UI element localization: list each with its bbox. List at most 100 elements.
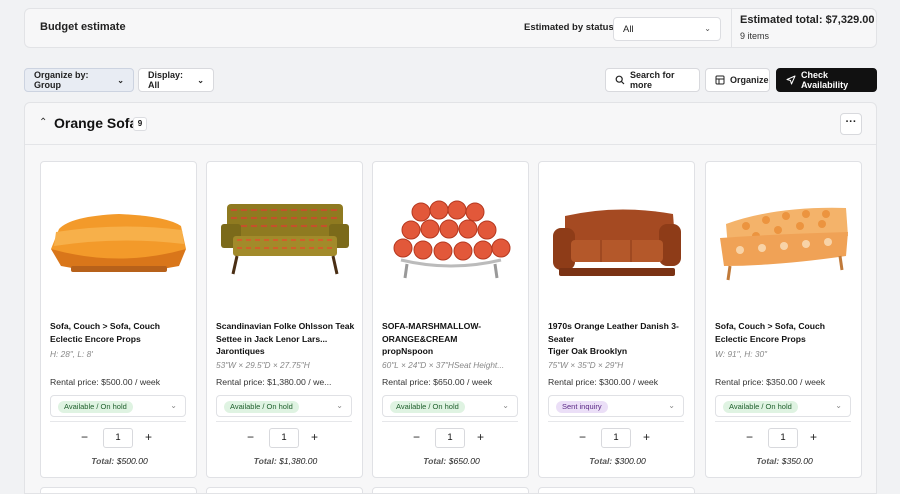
organize-by-button[interactable]: Organize by: Group ⌄ <box>24 68 134 92</box>
quantity-input[interactable]: 1 <box>601 428 631 448</box>
rental-price: Rental price: $300.00 / week <box>548 377 659 387</box>
status-select[interactable]: Available / On hold ⌄ <box>216 395 352 417</box>
vendor-name[interactable]: propNspoon <box>382 346 433 356</box>
product-title: Sofa, Couch > Sofa, Couch <box>715 321 826 331</box>
quantity-input[interactable]: 1 <box>103 428 133 448</box>
product-dimensions: H: 28", L: 8' <box>50 349 93 359</box>
vendor-name[interactable]: Tiger Oak Brooklyn <box>548 346 627 356</box>
display-label: Display: All <box>148 70 184 90</box>
check-availability-label: Check Availability <box>801 70 849 90</box>
increase-quantity-button[interactable]: + <box>477 430 484 444</box>
total-label: Total: <box>589 456 613 466</box>
product-card[interactable] <box>40 487 197 493</box>
quantity-input[interactable]: 1 <box>768 428 798 448</box>
product-image <box>549 174 685 312</box>
product-image <box>716 174 852 312</box>
decrease-quantity-button[interactable]: − <box>413 430 420 444</box>
status-badge: Available / On hold <box>224 401 299 413</box>
status-badge: Available / On hold <box>390 401 465 413</box>
status-filter-value: All <box>623 24 634 35</box>
product-card[interactable] <box>538 487 695 493</box>
decrease-quantity-button[interactable]: − <box>746 430 753 444</box>
budget-bar: Budget estimate Estimated by status: All… <box>24 8 877 48</box>
increase-quantity-button[interactable]: + <box>311 430 318 444</box>
total-value: $650.00 <box>448 456 480 466</box>
search-for-more-label: Search for more <box>630 70 675 90</box>
status-badge: Sent inquiry <box>556 401 608 413</box>
status-select[interactable]: Available / On hold ⌄ <box>715 395 851 417</box>
chevron-down-icon: ⌄ <box>336 401 343 410</box>
status-badge: Available / On hold <box>723 401 798 413</box>
total-value: $1,380.00 <box>279 456 318 466</box>
quantity-input[interactable]: 1 <box>269 428 299 448</box>
status-filter-select[interactable]: All ⌄ <box>613 17 721 41</box>
product-dimensions: W: 91", H: 30" <box>715 349 768 359</box>
product-card[interactable]: Scandinavian Folke Ohlsson Teak Settee i… <box>206 161 363 478</box>
product-dimensions: 53"W × 29.5"D × 27.75"H <box>216 360 310 370</box>
budget-title: Budget estimate <box>40 21 126 33</box>
check-availability-button[interactable]: Check Availability <box>776 68 877 92</box>
product-image <box>51 174 187 312</box>
product-card[interactable] <box>206 487 363 493</box>
vendor-name[interactable]: Jarontiques <box>216 346 265 356</box>
product-image <box>217 174 353 312</box>
card-total: Total: $650.00 <box>373 456 530 466</box>
rental-price: Rental price: $500.00 / week <box>50 377 161 387</box>
decrease-quantity-button[interactable]: − <box>247 430 254 444</box>
search-icon <box>615 75 625 85</box>
total-value: $500.00 <box>116 456 148 466</box>
group-count-badge: 9 <box>133 117 147 131</box>
total-label: Total: <box>756 456 780 466</box>
card-total: Total: $500.00 <box>41 456 198 466</box>
status-filter-label: Estimated by status: <box>524 22 617 33</box>
card-total: Total: $1,380.00 <box>207 456 364 466</box>
status-badge: Available / On hold <box>58 401 133 413</box>
product-title: Scandinavian Folke Ohlsson Teak Settee i… <box>216 321 355 344</box>
organize-icon <box>715 75 725 85</box>
group-panel: ⌃ Orange Sofa 9 ··· Sofa, Couch > Sofa, … <box>24 102 877 494</box>
total-value: $300.00 <box>614 456 646 466</box>
organize-label: Organize <box>730 75 769 85</box>
budget-page: Budget estimate Estimated by status: All… <box>0 0 900 494</box>
product-card[interactable]: SOFA-MARSHMALLOW-ORANGE&CREAM propNspoon… <box>372 161 529 478</box>
collapse-chevron-icon[interactable]: ⌃ <box>39 117 47 128</box>
product-card[interactable]: 1970s Orange Leather Danish 3-Seater Tig… <box>538 161 695 478</box>
divider <box>548 421 684 422</box>
divider <box>715 421 851 422</box>
vendor-name[interactable]: Eclectic Encore Props <box>715 334 806 344</box>
rental-price: Rental price: $350.00 / week <box>715 377 826 387</box>
divider <box>382 421 518 422</box>
item-count: 9 items <box>740 31 770 41</box>
product-card[interactable]: Sofa, Couch > Sofa, Couch Eclectic Encor… <box>705 161 862 478</box>
vendor-name[interactable]: Eclectic Encore Props <box>50 334 141 344</box>
total-value: $350.00 <box>781 456 813 466</box>
decrease-quantity-button[interactable]: − <box>81 430 88 444</box>
status-select[interactable]: Available / On hold ⌄ <box>382 395 518 417</box>
organize-button[interactable]: Organize <box>705 68 770 92</box>
product-title: 1970s Orange Leather Danish 3-Seater <box>548 321 679 344</box>
product-card[interactable]: Sofa, Couch > Sofa, Couch Eclectic Encor… <box>40 161 197 478</box>
search-for-more-button[interactable]: Search for more <box>605 68 700 92</box>
card-total: Total: $350.00 <box>706 456 863 466</box>
group-header: ⌃ Orange Sofa 9 ··· <box>25 103 876 145</box>
divider <box>216 421 352 422</box>
chevron-down-icon: ⌄ <box>704 24 711 33</box>
display-button[interactable]: Display: All ⌄ <box>138 68 214 92</box>
total-label: Total: <box>91 456 115 466</box>
chevron-down-icon: ⌄ <box>502 401 509 410</box>
product-image <box>383 174 519 312</box>
divider <box>50 421 186 422</box>
product-card[interactable] <box>372 487 529 493</box>
increase-quantity-button[interactable]: + <box>643 430 650 444</box>
more-options-button[interactable]: ··· <box>840 113 862 135</box>
increase-quantity-button[interactable]: + <box>810 430 817 444</box>
decrease-quantity-button[interactable]: − <box>579 430 586 444</box>
chevron-down-icon: ⌄ <box>117 75 124 85</box>
status-select[interactable]: Sent inquiry ⌄ <box>548 395 684 417</box>
chevron-down-icon: ⌄ <box>170 401 177 410</box>
chevron-down-icon: ⌄ <box>197 75 204 85</box>
divider <box>731 9 732 47</box>
increase-quantity-button[interactable]: + <box>145 430 152 444</box>
status-select[interactable]: Available / On hold ⌄ <box>50 395 186 417</box>
quantity-input[interactable]: 1 <box>435 428 465 448</box>
